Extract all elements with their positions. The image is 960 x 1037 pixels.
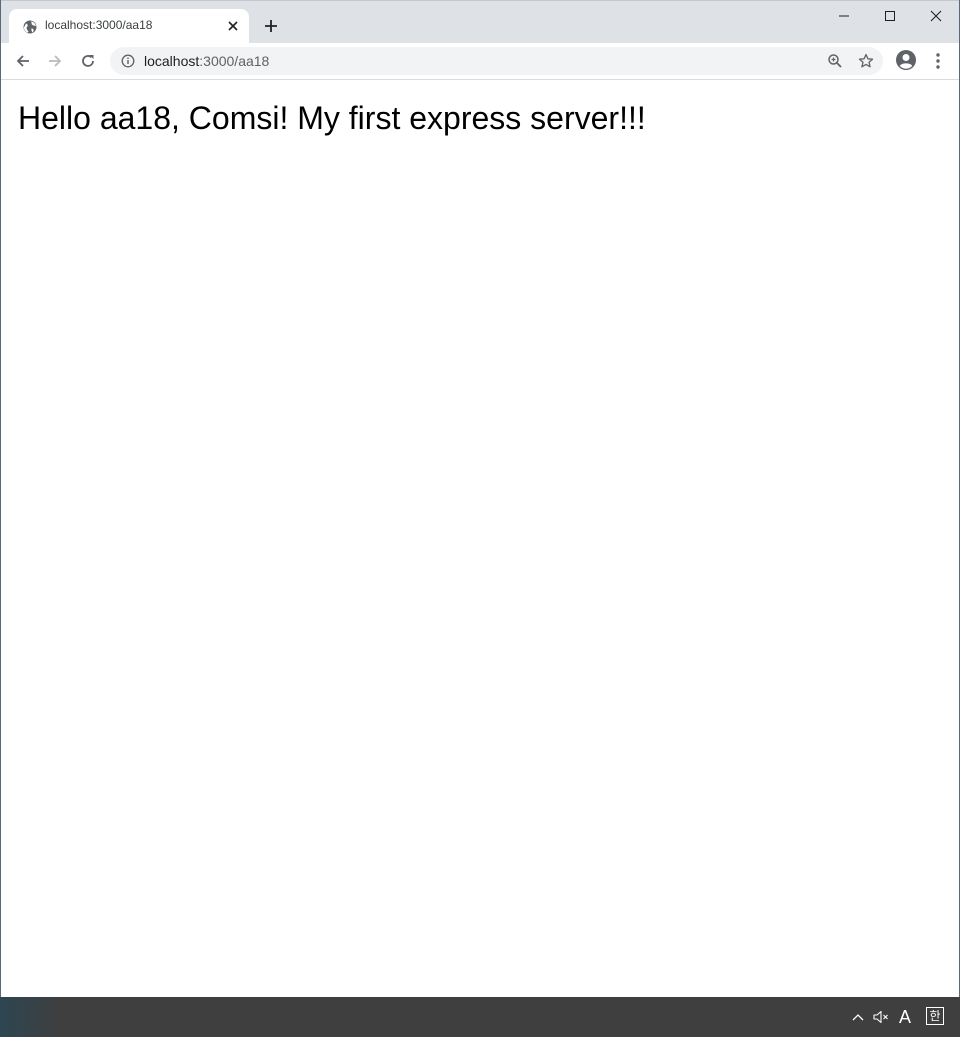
page-heading: Hello aa18, Comsi! My first express serv…: [18, 100, 646, 136]
address-bar[interactable]: localhost:3000/aa18: [110, 47, 883, 75]
ime-language-indicator[interactable]: 한: [926, 1007, 944, 1025]
taskbar-glow: [0, 997, 60, 1037]
reload-button[interactable]: [76, 49, 100, 73]
zoom-icon[interactable]: [827, 53, 843, 69]
url-text[interactable]: localhost:3000/aa18: [144, 53, 269, 69]
ime-mode-indicator[interactable]: A: [896, 1007, 914, 1027]
account-circle-icon[interactable]: [895, 49, 917, 71]
url-path: :3000/aa18: [199, 53, 270, 69]
minimize-icon: [839, 15, 849, 17]
forward-button[interactable]: [43, 49, 67, 73]
close-window-button[interactable]: [913, 1, 959, 31]
browser-window: localhost:3000/aa18 localhost:3000/aa18 …: [0, 0, 960, 997]
url-host: localhost: [144, 53, 200, 69]
tab-title: localhost:3000/aa18: [45, 18, 153, 32]
browser-toolbar: localhost:3000/aa18: [1, 43, 959, 80]
maximize-button[interactable]: [867, 1, 913, 31]
info-icon[interactable]: [121, 54, 135, 68]
arrow-right-icon: [49, 55, 62, 67]
maximize-icon: [885, 11, 895, 21]
chevron-up-icon[interactable]: [850, 1007, 866, 1027]
arrow-left-icon: [16, 55, 29, 67]
reload-icon: [82, 55, 94, 67]
minimize-button[interactable]: [821, 1, 867, 31]
plus-icon[interactable]: [262, 17, 280, 35]
close-icon[interactable]: [225, 18, 241, 34]
taskbar: A 한: [0, 997, 960, 1037]
tab-active[interactable]: localhost:3000/aa18: [9, 9, 249, 44]
page-content: Hello aa18, Comsi! My first express serv…: [2, 80, 958, 997]
back-button[interactable]: [11, 49, 35, 73]
more-vert-icon[interactable]: [930, 51, 946, 71]
tab-strip: localhost:3000/aa18: [1, 0, 959, 44]
volume-muted-icon[interactable]: [872, 1007, 890, 1027]
globe-icon: [22, 19, 38, 35]
star-icon[interactable]: [858, 53, 874, 69]
close-icon: [930, 10, 942, 22]
